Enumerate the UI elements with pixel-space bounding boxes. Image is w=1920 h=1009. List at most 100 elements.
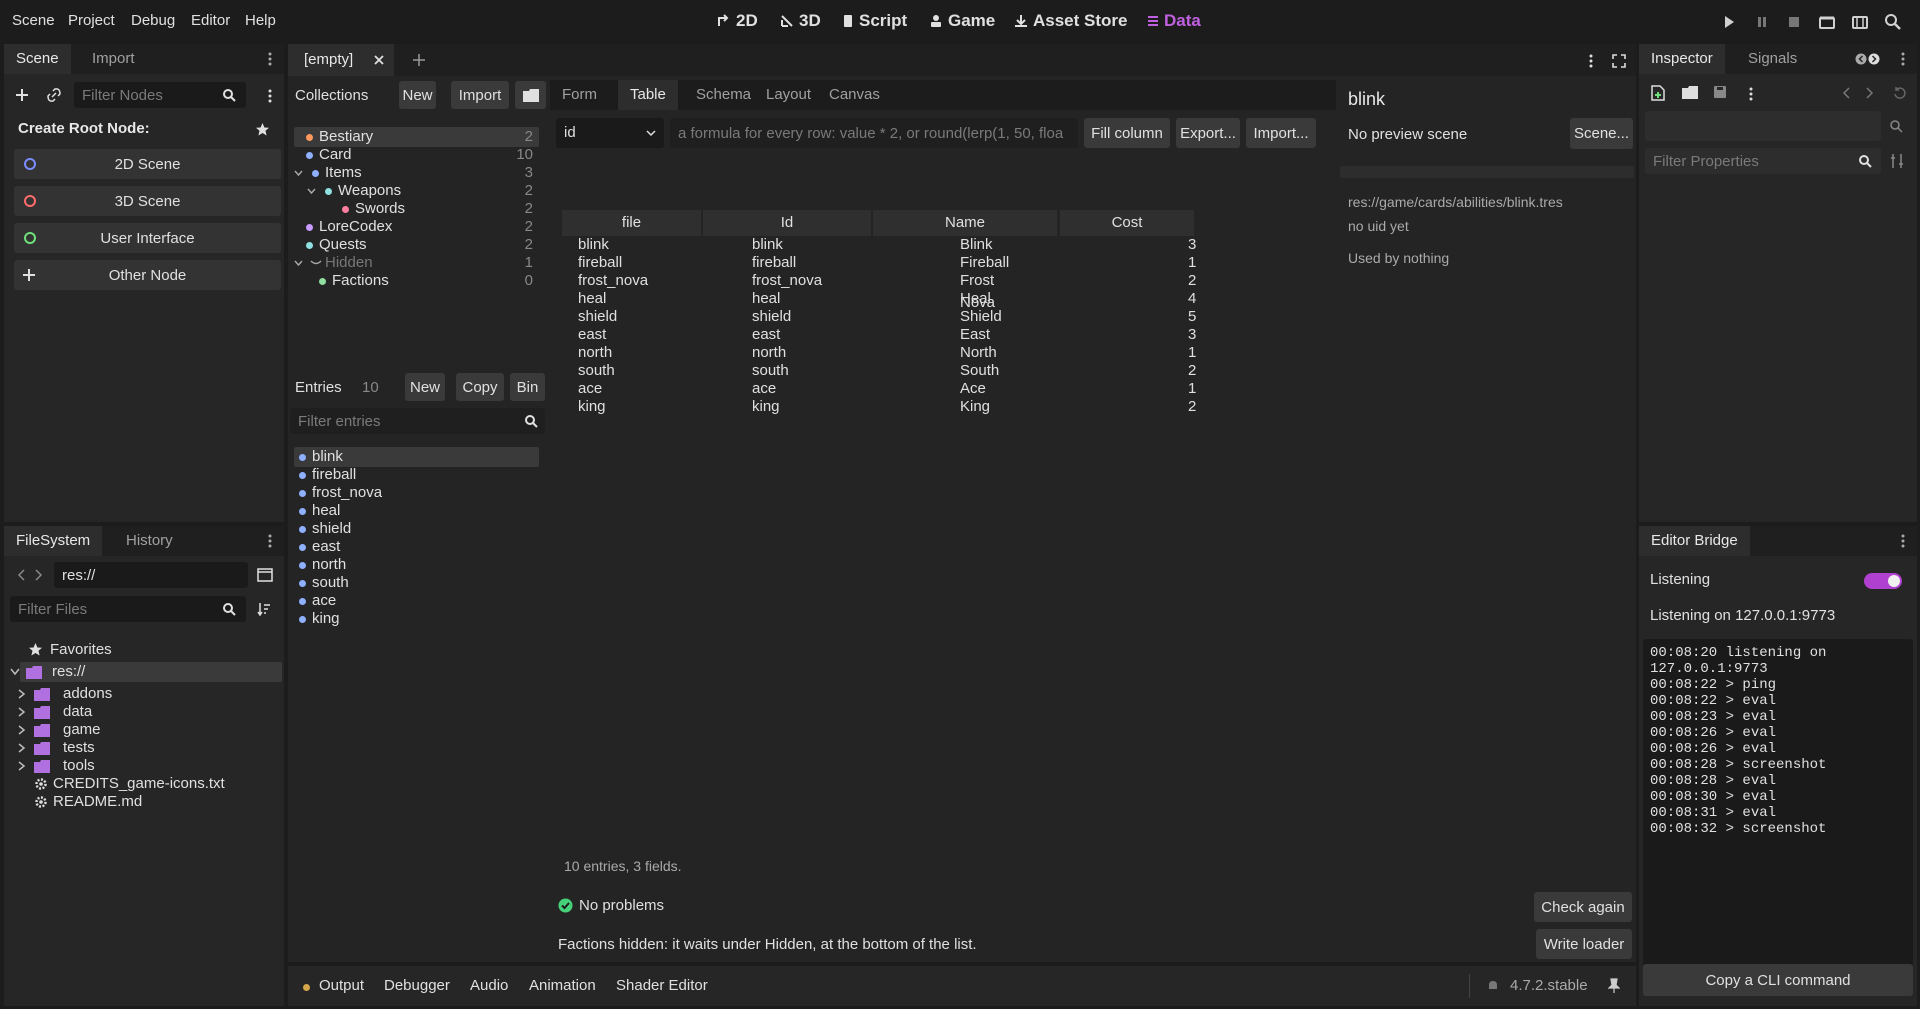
workspace-2d[interactable]: 2D [717, 11, 758, 31]
column-header[interactable]: Cost [1060, 210, 1194, 236]
sort-icon[interactable] [256, 601, 272, 617]
stop-icon[interactable] [1785, 13, 1803, 31]
editor-tab-empty[interactable]: [empty] [288, 44, 394, 76]
column-header[interactable]: file [562, 210, 701, 236]
column-header[interactable]: Name [873, 210, 1057, 236]
table-cell[interactable]: king [752, 396, 780, 418]
forward-icon[interactable] [32, 568, 46, 582]
fullscreen-icon[interactable] [1611, 53, 1627, 69]
user-interface-button[interactable]: User Interface [14, 223, 281, 253]
back-icon[interactable] [1841, 86, 1851, 100]
menu-help[interactable]: Help [245, 12, 276, 29]
2d-scene-button[interactable]: 2D Scene [14, 149, 281, 179]
tab-editor-bridge[interactable]: Editor Bridge [1639, 526, 1750, 556]
object-path-field[interactable] [1645, 111, 1881, 141]
workspace-3d[interactable]: 3D [780, 11, 821, 31]
table-cell[interactable]: king [578, 396, 606, 418]
tab-output[interactable]: Output [319, 977, 364, 994]
more-vertical-icon[interactable] [262, 51, 278, 67]
history-icon[interactable] [1893, 86, 1907, 100]
link-icon[interactable] [46, 87, 62, 103]
bell-icon[interactable] [1486, 979, 1500, 993]
pause-icon[interactable] [1753, 13, 1771, 31]
workspace-script[interactable]: Script [842, 11, 907, 31]
tab-shader-editor[interactable]: Shader Editor [616, 977, 708, 994]
tab-history[interactable]: History [114, 526, 185, 556]
entry-copy-button[interactable]: Copy [456, 373, 504, 401]
more-vertical-icon[interactable] [1583, 53, 1599, 69]
entry-bin-button[interactable]: Bin [510, 373, 545, 401]
zoom-icon[interactable] [1884, 13, 1902, 31]
table-cell[interactable]: 2 [1188, 396, 1196, 418]
formula-input[interactable]: a formula for every row: value * 2, or r… [670, 118, 1078, 148]
entry-new-button[interactable]: New [405, 373, 445, 401]
back-icon[interactable] [14, 568, 28, 582]
write-loader-button[interactable]: Write loader [1536, 929, 1632, 959]
menu-project[interactable]: Project [68, 12, 115, 29]
collection-item[interactable]: Factions 0 [294, 270, 539, 292]
more-vertical-icon[interactable] [262, 533, 278, 549]
workspace-data[interactable]: Data [1147, 11, 1201, 31]
pin-icon[interactable] [1608, 978, 1620, 994]
3d-scene-button[interactable]: 3D Scene [14, 186, 281, 216]
favorites-item[interactable]: Favorites [28, 639, 112, 661]
play-icon[interactable] [1720, 13, 1738, 31]
tab-canvas[interactable]: Canvas [817, 80, 892, 110]
table-cell[interactable]: King [960, 396, 990, 418]
filter-entries-input[interactable]: Filter entries [290, 408, 545, 434]
listening-toggle[interactable] [1864, 573, 1902, 589]
save-icon[interactable] [1713, 85, 1727, 99]
filter-nodes-input[interactable]: Filter Nodes [74, 82, 246, 108]
tab-inspector[interactable]: Inspector [1639, 44, 1725, 74]
file-item[interactable]: README.md [34, 791, 142, 813]
tab-table[interactable]: Table [618, 80, 678, 110]
more-vertical-icon[interactable] [1895, 51, 1911, 67]
doc-search-icon[interactable] [1889, 119, 1905, 135]
menu-scene[interactable]: Scene [12, 12, 55, 29]
copy-cli-button[interactable]: Copy a CLI command [1643, 964, 1913, 996]
tab-debugger[interactable]: Debugger [384, 977, 450, 994]
path-field[interactable]: res:// [54, 562, 248, 588]
res-root-item[interactable]: res:// [10, 661, 85, 683]
scene-button[interactable]: Scene... [1570, 118, 1633, 149]
back-circle-icon[interactable] [1855, 53, 1867, 65]
menu-editor[interactable]: Editor [191, 12, 230, 29]
clapper-icon[interactable] [1818, 13, 1836, 31]
folder-icon[interactable] [1682, 86, 1698, 99]
tab-import[interactable]: Import [80, 44, 147, 74]
open-folder-button[interactable] [515, 81, 546, 109]
menu-debug[interactable]: Debug [131, 12, 175, 29]
new-resource-icon[interactable] [1651, 85, 1665, 101]
tab-signals[interactable]: Signals [1736, 44, 1809, 74]
fill-column-button[interactable]: Fill column [1084, 118, 1170, 148]
workspace-game[interactable]: Game [929, 11, 995, 31]
collection-import-button[interactable]: Import [451, 81, 509, 109]
column-header[interactable]: Id [703, 210, 871, 236]
movie-icon[interactable] [1851, 13, 1869, 31]
tab-layout[interactable]: Layout [754, 80, 823, 110]
export-button[interactable]: Export... [1176, 118, 1240, 148]
close-icon[interactable] [374, 55, 384, 65]
column-select[interactable]: id [556, 118, 664, 148]
collection-new-button[interactable]: New [399, 81, 436, 109]
tab-animation[interactable]: Animation [529, 977, 596, 994]
tab-filesystem[interactable]: FileSystem [4, 526, 103, 556]
workspace-asset-store[interactable]: Asset Store [1014, 11, 1127, 31]
tab-schema[interactable]: Schema [684, 80, 763, 110]
check-again-button[interactable]: Check again [1534, 892, 1632, 922]
filter-properties-input[interactable]: Filter Properties [1645, 148, 1881, 174]
star-icon[interactable] [254, 121, 270, 137]
tab-audio[interactable]: Audio [470, 977, 508, 994]
tab-scene[interactable]: Scene [4, 44, 71, 74]
filter-files-input[interactable]: Filter Files [10, 596, 246, 622]
entry-item[interactable]: king [294, 608, 539, 630]
other-node-button[interactable]: Other Node [14, 260, 281, 290]
more-vertical-icon[interactable] [262, 88, 278, 104]
import-button[interactable]: Import... [1246, 118, 1316, 148]
forward-icon[interactable] [1865, 86, 1875, 100]
add-tab-icon[interactable] [412, 53, 426, 67]
tools-icon[interactable] [1890, 153, 1904, 169]
bridge-log[interactable]: 00:08:20 listening on 127.0.0.1:9773 00:08… [1643, 639, 1913, 969]
more-vertical-icon[interactable] [1743, 86, 1759, 102]
panel-icon[interactable] [256, 567, 274, 583]
